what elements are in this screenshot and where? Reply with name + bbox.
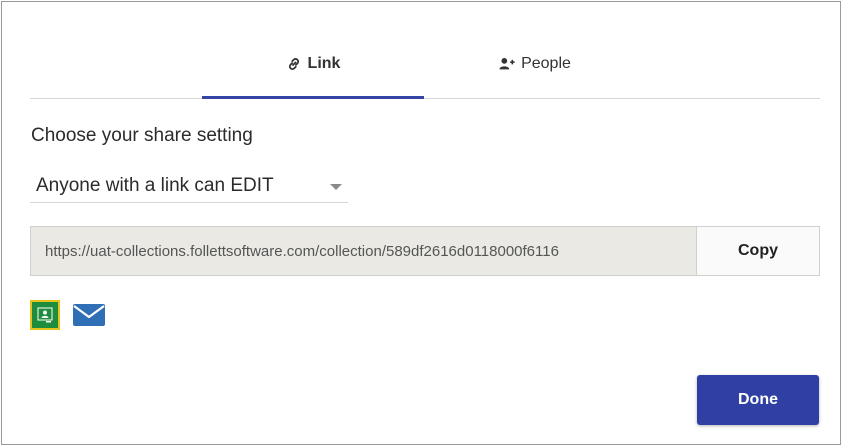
share-setting-value: Anyone with a link can EDIT bbox=[36, 175, 274, 196]
active-tab-indicator bbox=[202, 96, 424, 99]
done-button[interactable]: Done bbox=[697, 375, 819, 425]
tab-link-label: Link bbox=[307, 55, 341, 72]
share-targets bbox=[30, 300, 106, 330]
tab-people[interactable]: People bbox=[424, 32, 646, 96]
chevron-down-icon bbox=[330, 184, 342, 190]
add-person-icon bbox=[499, 56, 515, 72]
google-classroom-icon[interactable] bbox=[30, 300, 60, 330]
tab-people-label: People bbox=[521, 55, 571, 72]
copy-button[interactable]: Copy bbox=[697, 227, 819, 275]
tab-link[interactable]: Link bbox=[202, 32, 424, 96]
link-icon bbox=[286, 56, 302, 72]
email-icon[interactable] bbox=[72, 302, 106, 328]
share-setting-select[interactable]: Anyone with a link can EDIT bbox=[30, 170, 348, 203]
share-link-field[interactable]: https://uat-collections.follettsoftware.… bbox=[31, 227, 697, 275]
share-setting-heading: Choose your share setting bbox=[31, 125, 253, 146]
share-dialog: Link People Choose your share setting An… bbox=[1, 1, 841, 445]
share-tabs: Link People bbox=[30, 32, 820, 99]
share-link-row: https://uat-collections.follettsoftware.… bbox=[30, 226, 820, 276]
